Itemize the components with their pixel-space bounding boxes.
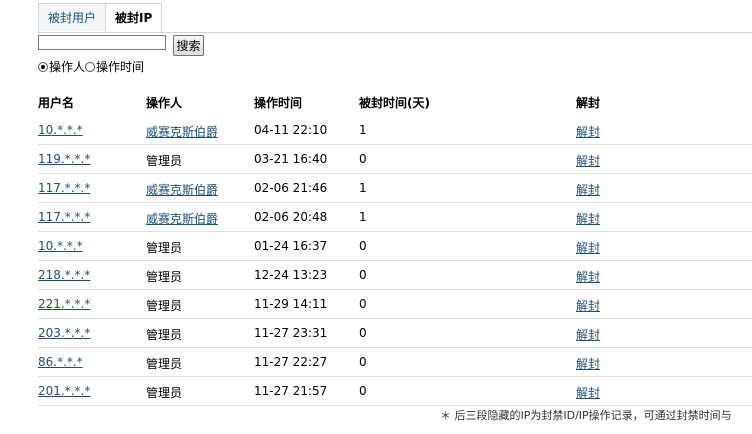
operator-text: 管理员 (146, 154, 183, 168)
operator-link[interactable]: 威赛克斯伯爵 (146, 123, 218, 140)
col-days: 被封时间(天) (359, 96, 430, 110)
operator-link[interactable]: 威赛克斯伯爵 (146, 210, 218, 227)
ip-link[interactable]: 86.*.*.* (38, 355, 83, 369)
radio-time[interactable]: 操作时间 (85, 58, 144, 75)
radio-checked-icon[interactable] (38, 61, 48, 72)
ip-link[interactable]: 117.*.*.* (38, 210, 90, 224)
operator-link[interactable]: 威赛克斯伯爵 (146, 181, 218, 198)
table-row: 218.*.*.* 管理员 12-24 13:23 0 解封 (0, 261, 752, 290)
unban-link[interactable]: 解封 (576, 123, 600, 140)
search-input[interactable] (38, 35, 166, 50)
tab-banned-ip[interactable]: 被封IP (106, 3, 163, 33)
ip-link[interactable]: 10.*.*.* (38, 123, 83, 137)
table-row: 10.*.*.* 管理员 01-24 16:37 0 解封 (0, 232, 752, 261)
col-unban: 解封 (576, 96, 601, 110)
table-header: 用户名 操作人 操作时间 被封时间(天) 解封 (0, 94, 752, 110)
unban-link[interactable]: 解封 (576, 152, 600, 169)
operation-time: 11-29 14:11 (254, 297, 328, 311)
footnote: ＊ 后三段隐藏的IP为封禁ID/IP操作记录，可通过封禁时间与 (440, 409, 732, 422)
operation-time: 12-24 13:23 (254, 268, 328, 282)
ip-link[interactable]: 119.*.*.* (38, 152, 90, 166)
ban-days: 0 (359, 297, 367, 311)
unban-link[interactable]: 解封 (576, 210, 600, 227)
operator-text: 管理员 (146, 386, 183, 400)
operation-time: 11-27 23:31 (254, 326, 328, 340)
ip-link[interactable]: 203.*.*.* (38, 326, 90, 340)
table-row: 86.*.*.* 管理员 11-27 22:27 0 解封 (0, 348, 752, 377)
unban-link[interactable]: 解封 (576, 239, 600, 256)
col-time: 操作时间 (254, 96, 303, 110)
ip-link[interactable]: 10.*.*.* (38, 239, 83, 253)
ban-days: 0 (359, 384, 367, 398)
radio-time-label: 操作时间 (96, 60, 145, 74)
unban-link[interactable]: 解封 (576, 268, 600, 285)
ban-days: 0 (359, 326, 367, 340)
operator-text: 管理员 (146, 357, 183, 371)
ban-days: 0 (359, 152, 367, 166)
table-row: 221.*.*.* 管理员 11-29 14:11 0 解封 (0, 290, 752, 319)
operation-time: 02-06 20:48 (254, 210, 328, 224)
unban-link[interactable]: 解封 (576, 181, 600, 198)
unban-link[interactable]: 解封 (576, 326, 600, 343)
unban-link[interactable]: 解封 (576, 355, 600, 372)
row-divider (38, 405, 752, 406)
col-operator: 操作人 (146, 96, 183, 110)
table-row: 117.*.*.* 威赛克斯伯爵 02-06 20:48 1 解封 (0, 203, 752, 232)
operator-text: 管理员 (146, 328, 183, 342)
table-row: 10.*.*.* 威赛克斯伯爵 04-11 22:10 1 解封 (0, 116, 752, 145)
ip-link[interactable]: 218.*.*.* (38, 268, 90, 282)
operation-time: 11-27 22:27 (254, 355, 328, 369)
ban-days: 1 (359, 181, 367, 195)
ban-days: 0 (359, 268, 367, 282)
ban-days: 1 (359, 123, 367, 137)
table-row: 203.*.*.* 管理员 11-27 23:31 0 解封 (0, 319, 752, 348)
ban-days: 0 (359, 355, 367, 369)
operation-time: 02-06 21:46 (254, 181, 328, 195)
sort-options: 操作人 操作时间 (38, 58, 144, 75)
table-row: 201.*.*.* 管理员 11-27 21:57 0 解封 (0, 377, 752, 406)
tab-banned-users[interactable]: 被封用户 (38, 3, 107, 31)
ban-days: 1 (359, 210, 367, 224)
operator-text: 管理员 (146, 299, 183, 313)
operation-time: 01-24 16:37 (254, 239, 328, 253)
tab-bar: 被封用户 被封IP (38, 3, 163, 33)
ban-days: 0 (359, 239, 367, 253)
radio-operator[interactable]: 操作人 (38, 58, 85, 75)
operation-time: 11-27 21:57 (254, 384, 328, 398)
table-row: 119.*.*.* 管理员 03-21 16:40 0 解封 (0, 145, 752, 174)
operator-text: 管理员 (146, 270, 183, 284)
unban-link[interactable]: 解封 (576, 384, 600, 401)
col-username: 用户名 (38, 96, 75, 110)
ip-link[interactable]: 221.*.*.* (38, 297, 90, 311)
unban-link[interactable]: 解封 (576, 297, 600, 314)
table-row: 117.*.*.* 威赛克斯伯爵 02-06 21:46 1 解封 (0, 174, 752, 203)
tab-divider (38, 32, 752, 33)
search-button[interactable]: 搜索 (173, 35, 204, 56)
ip-link[interactable]: 201.*.*.* (38, 384, 90, 398)
operation-time: 03-21 16:40 (254, 152, 328, 166)
radio-operator-label: 操作人 (49, 60, 86, 74)
ip-link[interactable]: 117.*.*.* (38, 181, 90, 195)
operator-text: 管理员 (146, 241, 183, 255)
radio-unchecked-icon[interactable] (85, 61, 96, 72)
operation-time: 04-11 22:10 (254, 123, 328, 137)
